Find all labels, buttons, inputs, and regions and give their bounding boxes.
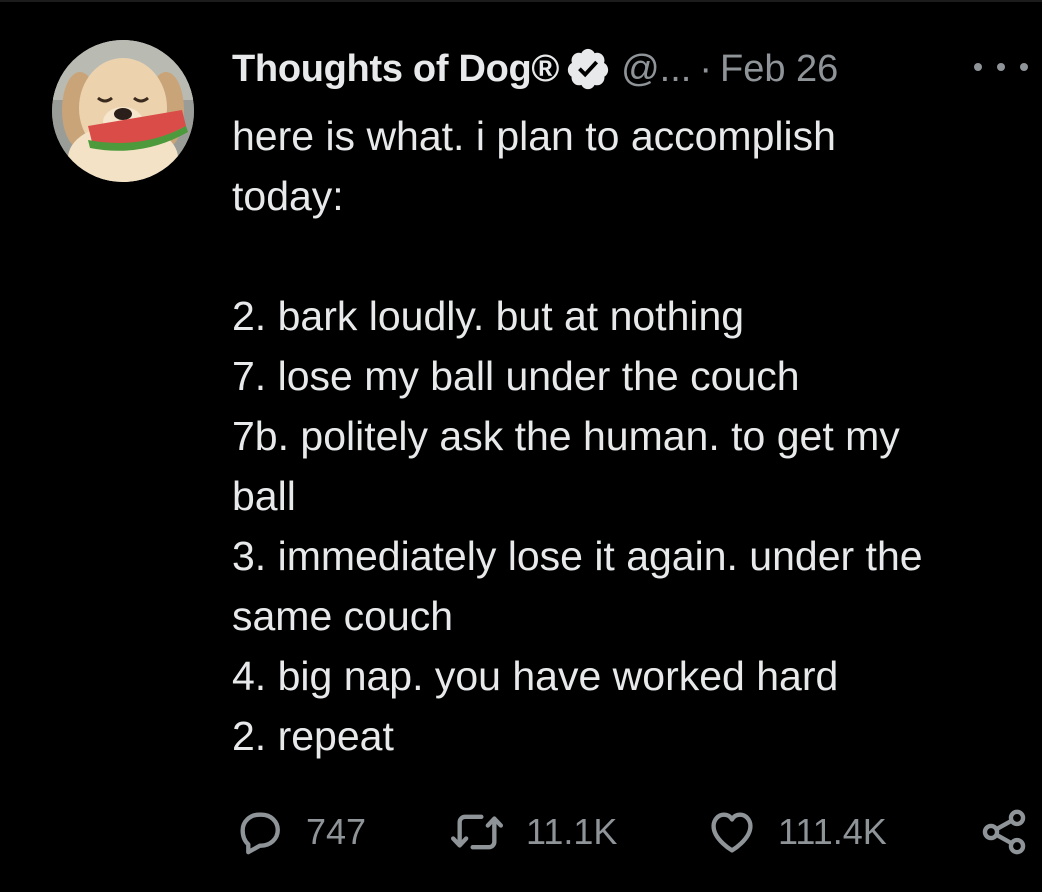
tweet-text-line: ball — [232, 473, 296, 519]
tweet-text-line: today: — [232, 173, 344, 219]
tweet-text-line: 7b. politely ask the human. to get my — [232, 413, 900, 459]
tweet-text-line: 4. big nap. you have worked hard — [232, 653, 839, 699]
divider — [0, 0, 1042, 2]
tweet-actions: 747 11.1K 111.4K — [0, 800, 1042, 864]
tweet-text-line: here is what. i plan to accomplish — [232, 113, 836, 159]
tweet-text-line: 2. bark loudly. but at nothing — [232, 293, 745, 339]
heart-icon — [711, 812, 753, 853]
retweet-icon — [450, 814, 503, 850]
dog-avatar-image — [52, 40, 194, 182]
reply-count: 747 — [306, 811, 367, 852]
avatar[interactable] — [52, 40, 194, 182]
author-name[interactable]: Thoughts of Dog® — [232, 48, 559, 91]
tweet-card[interactable]: Thoughts of Dog® @... · Feb 26 here is w… — [0, 0, 1042, 892]
like-count: 111.4K — [778, 811, 887, 852]
tweet-header: Thoughts of Dog® @... · Feb 26 — [232, 44, 838, 94]
retweet-count: 11.1K — [526, 811, 618, 852]
reply-icon — [240, 812, 280, 855]
verified-badge-icon — [565, 46, 611, 92]
more-options-icon[interactable] — [974, 50, 1028, 84]
tweet-text-line: 7. lose my ball under the couch — [232, 353, 800, 399]
retweet-button[interactable]: 11.1K — [448, 800, 617, 864]
like-button[interactable]: 111.4K — [706, 800, 887, 864]
share-icon — [982, 809, 1026, 855]
tweet-text: here is what. i plan to accomplish today… — [232, 106, 1012, 766]
author-handle[interactable]: @... — [621, 48, 691, 91]
tweet-text-line: same couch — [232, 593, 454, 639]
tweet-date[interactable]: Feb 26 — [720, 48, 838, 91]
share-button[interactable] — [978, 800, 1030, 864]
separator-dot: · — [699, 47, 713, 90]
reply-button[interactable]: 747 — [234, 800, 366, 864]
tweet-text-line: 2. repeat — [232, 713, 394, 759]
tweet-text-line: 3. immediately lose it again. under the — [232, 533, 923, 579]
